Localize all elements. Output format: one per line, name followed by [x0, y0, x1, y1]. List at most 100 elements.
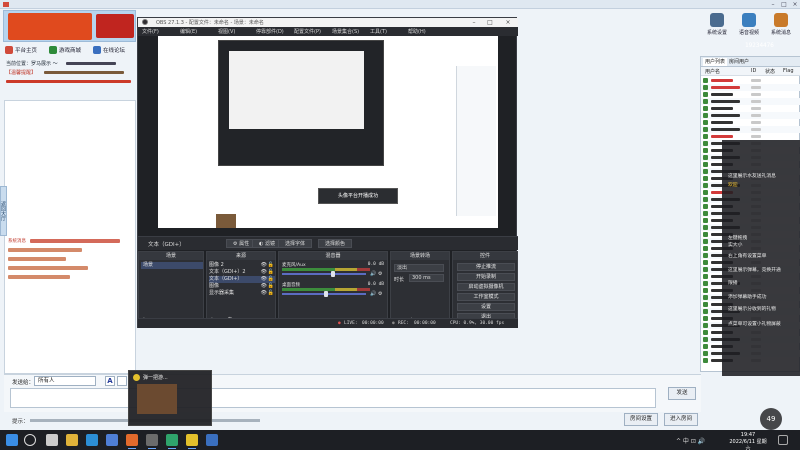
- lock-icon[interactable]: 🔓: [268, 290, 274, 297]
- vip-banner[interactable]: [96, 14, 134, 38]
- volume-slider-handle[interactable]: [324, 291, 328, 297]
- tab-user-list[interactable]: 用户列表: [703, 58, 728, 66]
- source-item[interactable]: 文本（GDI+） 👁 🔓: [209, 276, 275, 283]
- user-row[interactable]: [701, 105, 800, 112]
- lock-icon[interactable]: 🔓: [268, 276, 274, 283]
- system-message-button[interactable]: 系统消息: [768, 13, 794, 36]
- obs-titlebar[interactable]: OBS 27.1.3 - 配置文件：未命名 - 场景：未命名 – □ ×: [138, 18, 518, 27]
- store-icon[interactable]: [106, 434, 118, 446]
- speaker-icon[interactable]: 🔊: [370, 271, 376, 277]
- obs-menu-item[interactable]: 文件(F): [142, 28, 159, 35]
- home-button[interactable]: 平台主页: [5, 44, 37, 55]
- danmaku-overlay[interactable]: 这里展示水友送礼消息 欢迎 左键拖拽 实大小 右上角有设置菜单 这里展示弹幕，竞换开通 限播…: [722, 140, 800, 376]
- zoom-badge[interactable]: 49: [760, 408, 782, 430]
- start-icon[interactable]: [6, 434, 18, 446]
- user-row[interactable]: [701, 112, 800, 119]
- visibility-icon[interactable]: 👁: [261, 290, 267, 297]
- media-icon[interactable]: [166, 434, 178, 449]
- font-format-button[interactable]: A: [105, 376, 115, 386]
- user-row[interactable]: [701, 98, 800, 105]
- visibility-icon[interactable]: 👁: [261, 262, 267, 269]
- gear-icon[interactable]: ⚙: [378, 271, 382, 277]
- notification-icon[interactable]: [778, 435, 788, 445]
- gear-icon[interactable]: ⚙: [378, 291, 382, 297]
- lock-icon[interactable]: 🔓: [268, 283, 274, 290]
- obs-menu-item[interactable]: 工具(T): [370, 28, 387, 35]
- system-settings-button[interactable]: 系统设置: [704, 13, 730, 36]
- transition-duration-input[interactable]: 300 ms: [409, 274, 444, 282]
- volume-slider-handle[interactable]: [331, 271, 335, 277]
- obs-menu-item[interactable]: 场景集合(S): [332, 28, 359, 35]
- room-settings-button[interactable]: 房间设置: [624, 413, 658, 426]
- task-view-icon[interactable]: [46, 434, 58, 446]
- obs-minimize-icon[interactable]: –: [468, 18, 480, 27]
- col-id[interactable]: ID: [751, 68, 756, 74]
- shop-button[interactable]: 游戏商城: [49, 44, 81, 55]
- system-tray[interactable]: ^ 中 ⊡ 🔊: [676, 436, 705, 445]
- select-color-button[interactable]: 选择颜色: [318, 239, 353, 248]
- obs-preview[interactable]: 头像平台开播成功: [158, 36, 498, 228]
- col-flag[interactable]: Flag: [783, 68, 794, 74]
- obs-menu-item[interactable]: 帮助(H): [408, 28, 426, 35]
- edge-icon[interactable]: [86, 434, 98, 446]
- obs-control-button[interactable]: 设置: [457, 303, 515, 311]
- obs-menu-item[interactable]: 配置文件(P): [294, 28, 321, 35]
- scene-item[interactable]: 场景: [141, 262, 203, 269]
- lock-icon[interactable]: 🔓: [268, 262, 274, 269]
- minimize-icon[interactable]: –: [768, 1, 778, 8]
- obs-icon[interactable]: [146, 434, 158, 449]
- source-item[interactable]: 显示器采集 👁 🔓: [209, 290, 275, 297]
- col-status[interactable]: 状态: [765, 68, 775, 75]
- client-titlebar[interactable]: – □ ×: [0, 0, 800, 9]
- user-avatar-icon: [703, 197, 708, 202]
- select-font-button[interactable]: 选择字体: [278, 239, 313, 248]
- obs-control-button[interactable]: 停止推流: [457, 263, 515, 271]
- close-icon[interactable]: ×: [790, 1, 800, 8]
- send-to-select[interactable]: 所有人: [34, 376, 96, 386]
- lobby-tab[interactable]: 返回大厅: [0, 186, 7, 236]
- source-item[interactable]: 图像 2 👁 🔓: [209, 262, 275, 269]
- game-client-icon[interactable]: [126, 434, 138, 449]
- source-item[interactable]: 文本（GDI+）2 👁 🔓: [209, 269, 275, 276]
- user-row[interactable]: [701, 77, 800, 84]
- send-button[interactable]: 发送: [668, 387, 696, 400]
- speaker-icon[interactable]: 🔊: [370, 291, 376, 297]
- user-row[interactable]: [701, 133, 800, 140]
- obs-menu-item[interactable]: 停靠部件(D): [256, 28, 284, 35]
- user-row[interactable]: [701, 84, 800, 91]
- search-icon[interactable]: [24, 434, 36, 446]
- site-banner[interactable]: [3, 10, 136, 42]
- transition-type-select[interactable]: 淡出: [394, 264, 444, 272]
- visibility-icon[interactable]: 👁: [261, 276, 267, 283]
- taskbar-clock[interactable]: 19:47 2022/6/11 星期六: [728, 432, 768, 450]
- enter-room-button[interactable]: 进入房间: [664, 413, 698, 426]
- explorer-icon[interactable]: [66, 434, 78, 446]
- tab-room-users[interactable]: 房间用户: [727, 58, 751, 66]
- chat-history[interactable]: 系统消息: [4, 100, 136, 374]
- col-username[interactable]: 用户名: [705, 68, 720, 75]
- user-row[interactable]: [701, 119, 800, 126]
- obs-menu-item[interactable]: 视图(V): [218, 28, 235, 35]
- obs-maximize-icon[interactable]: □: [484, 18, 496, 27]
- obs-menu-item[interactable]: 编辑(E): [180, 28, 197, 35]
- chat-line: [8, 247, 134, 253]
- forum-button[interactable]: 在线论坛: [93, 44, 125, 55]
- obs-control-button[interactable]: 开始录制: [457, 273, 515, 281]
- user-row[interactable]: [701, 91, 800, 98]
- obs-control-button[interactable]: 工作室模式: [457, 293, 515, 301]
- app-icon[interactable]: [206, 434, 218, 446]
- voice-video-button[interactable]: 语音视频: [736, 13, 762, 36]
- maximize-icon[interactable]: □: [779, 1, 789, 8]
- lock-icon[interactable]: 🔓: [268, 269, 274, 276]
- message-input[interactable]: [10, 388, 656, 408]
- insert-image-button[interactable]: [117, 376, 127, 386]
- obs-control-button[interactable]: 启动虚拟摄像机: [457, 283, 515, 291]
- visibility-icon[interactable]: 👁: [261, 283, 267, 290]
- user-row[interactable]: [701, 126, 800, 133]
- source-item[interactable]: 图像 👁 🔓: [209, 283, 275, 290]
- taskbar-thumbnail-preview[interactable]: 弹一把游...: [128, 370, 212, 426]
- obs-close-icon[interactable]: ×: [502, 18, 514, 27]
- chat-icon[interactable]: [186, 434, 198, 449]
- volume-slider[interactable]: [282, 273, 366, 275]
- visibility-icon[interactable]: 👁: [261, 269, 267, 276]
